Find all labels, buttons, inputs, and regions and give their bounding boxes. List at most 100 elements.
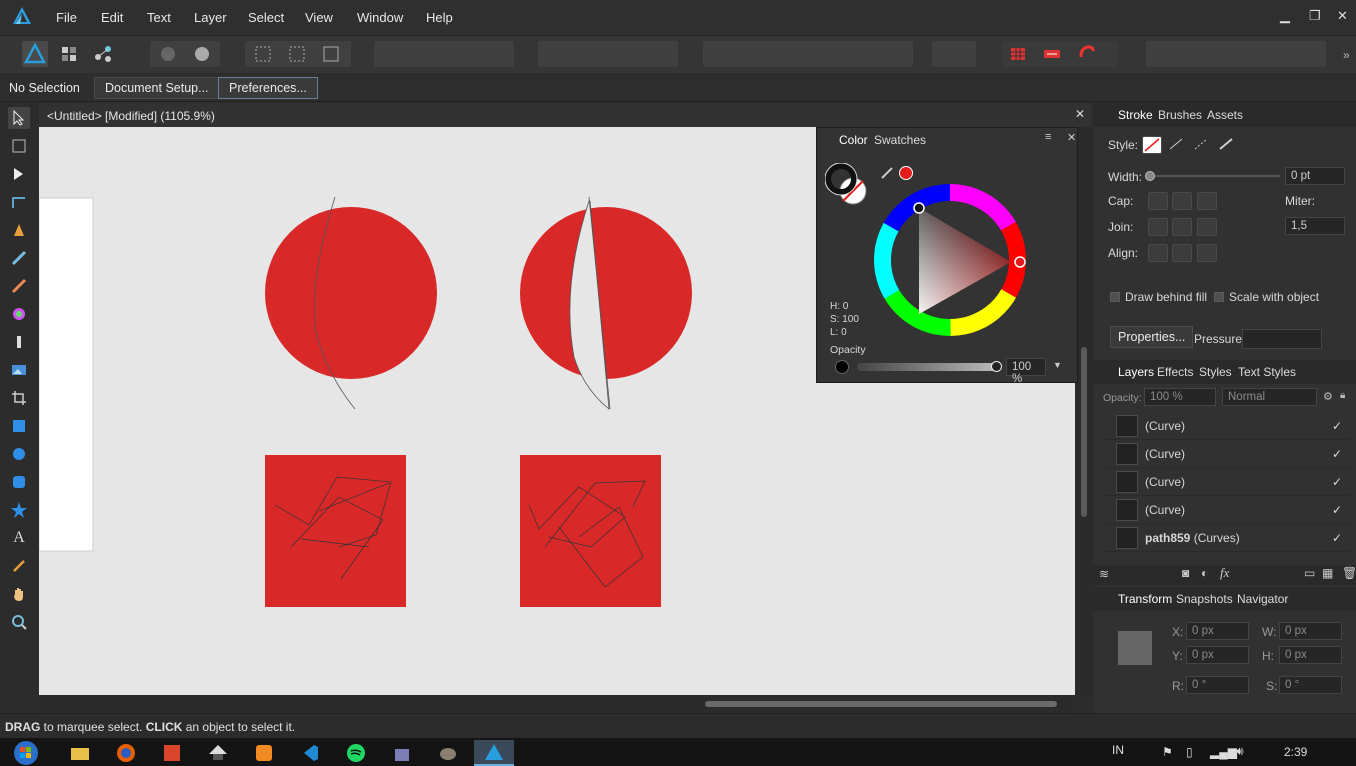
hand-tool-icon[interactable]: [8, 583, 30, 605]
gimp-icon[interactable]: [428, 740, 468, 766]
app-castle-icon[interactable]: [382, 740, 422, 766]
mixer-icon[interactable]: [189, 41, 215, 67]
document-setup-button[interactable]: Document Setup...: [94, 77, 220, 99]
transparency-tool-icon[interactable]: [8, 331, 30, 353]
menu-edit[interactable]: Edit: [101, 10, 123, 25]
tab-color[interactable]: Color: [839, 133, 868, 147]
add-layer-icon[interactable]: ▭: [1304, 566, 1315, 580]
layer-opacity-input[interactable]: 100 %: [1144, 388, 1216, 406]
rounded-rectangle-tool-icon[interactable]: [8, 471, 30, 493]
node-tool-icon[interactable]: [8, 163, 30, 185]
vertical-scrollbar[interactable]: [1076, 127, 1092, 695]
anchor-point-selector-icon[interactable]: [1118, 631, 1152, 665]
solid-line-style-icon[interactable]: [1167, 136, 1187, 154]
text-tool-icon[interactable]: A: [8, 527, 30, 549]
layer-row[interactable]: (Curve) ✓: [1102, 496, 1350, 524]
artboard-page[interactable]: [39, 197, 94, 552]
chevron-down-icon[interactable]: ▼: [1053, 360, 1062, 370]
menu-help[interactable]: Help: [426, 10, 453, 25]
eyedropper-icon[interactable]: [879, 165, 895, 181]
fx-icon[interactable]: fx: [1220, 565, 1229, 581]
tab-snapshots[interactable]: Snapshots: [1176, 592, 1233, 606]
firefox-icon[interactable]: [106, 740, 146, 766]
layer-visibility-checkbox[interactable]: ✓: [1332, 503, 1342, 517]
power-icon[interactable]: ▯: [1186, 745, 1193, 759]
restore-button[interactable]: ❐: [1309, 8, 1321, 24]
circle-shape-left[interactable]: [265, 207, 437, 379]
network-icon[interactable]: ▂▄▆: [1210, 745, 1237, 759]
volume-icon[interactable]: 🔊︎: [1236, 744, 1244, 759]
file-explorer-icon[interactable]: [60, 740, 100, 766]
opacity-slider[interactable]: [857, 363, 997, 371]
layer-visibility-checkbox[interactable]: ✓: [1332, 419, 1342, 433]
pen-tool-icon[interactable]: [8, 219, 30, 241]
color-wheel[interactable]: [873, 183, 1027, 337]
vertical-scroll-thumb[interactable]: [1081, 347, 1087, 517]
vector-brush-tool-icon[interactable]: [8, 275, 30, 297]
square-cap-icon[interactable]: [1197, 192, 1217, 210]
export-persona-icon[interactable]: [90, 41, 116, 67]
y-input[interactable]: 0 px: [1186, 646, 1249, 664]
tab-stroke[interactable]: Stroke: [1118, 108, 1153, 122]
mask-icon[interactable]: ◙: [1182, 566, 1189, 580]
spotify-icon[interactable]: [336, 740, 376, 766]
tab-transform[interactable]: Transform: [1118, 592, 1172, 606]
snap-bounds-icon[interactable]: [284, 41, 310, 67]
menu-select[interactable]: Select: [248, 10, 284, 25]
pencil-tool-icon[interactable]: [8, 247, 30, 269]
round-cap-icon[interactable]: [1172, 192, 1192, 210]
language-indicator[interactable]: IN: [1112, 743, 1124, 757]
horizontal-scrollbar[interactable]: [39, 695, 1075, 713]
layer-visibility-checkbox[interactable]: ✓: [1332, 475, 1342, 489]
h-input[interactable]: 0 px: [1279, 646, 1342, 664]
color-picker-tool-icon[interactable]: [8, 555, 30, 577]
tab-swatches[interactable]: Swatches: [874, 133, 926, 147]
draw-behind-fill-checkbox[interactable]: [1110, 292, 1120, 302]
gear-icon[interactable]: ⚙: [1323, 390, 1333, 403]
move-tool-icon[interactable]: [8, 107, 30, 129]
affinity-designer-logo-icon[interactable]: [12, 6, 32, 26]
close-window-button[interactable]: ✕: [1337, 8, 1348, 24]
scale-with-object-checkbox[interactable]: [1214, 292, 1224, 302]
snap-to-pixel-icon[interactable]: [1039, 41, 1065, 67]
snap-center-icon[interactable]: [318, 41, 344, 67]
layer-row[interactable]: (Curve) ✓: [1102, 468, 1350, 496]
snapping-magnet-icon[interactable]: [1073, 41, 1099, 67]
ellipse-tool-icon[interactable]: [8, 443, 30, 465]
opacity-input[interactable]: 100 %: [1006, 358, 1046, 385]
app-red-icon[interactable]: [152, 740, 192, 766]
action-center-icon[interactable]: ⚑: [1162, 745, 1173, 759]
affinity-designer-taskbar-icon[interactable]: [474, 740, 514, 766]
layer-visibility-checkbox[interactable]: ✓: [1332, 447, 1342, 461]
butt-cap-icon[interactable]: [1148, 192, 1168, 210]
layer-row[interactable]: (Curve) ✓: [1102, 440, 1350, 468]
tab-assets[interactable]: Assets: [1207, 108, 1243, 122]
dashed-line-style-icon[interactable]: [1192, 136, 1212, 154]
tab-navigator[interactable]: Navigator: [1237, 592, 1288, 606]
crop-tool-icon[interactable]: [8, 387, 30, 409]
inkscape-icon[interactable]: [198, 740, 238, 766]
align-outside-icon[interactable]: [1197, 244, 1217, 262]
square-shape-right[interactable]: [520, 455, 661, 607]
texture-line-style-icon[interactable]: [1217, 136, 1237, 154]
x-input[interactable]: 0 px: [1186, 622, 1249, 640]
vscode-icon[interactable]: [290, 740, 330, 766]
minimize-button[interactable]: ▁: [1280, 8, 1290, 24]
square-shape-left[interactable]: [265, 455, 406, 607]
zoom-tool-icon[interactable]: [8, 611, 30, 633]
properties-button[interactable]: Properties...: [1110, 326, 1194, 348]
shear-input[interactable]: 0 °: [1279, 676, 1342, 694]
lock-icon[interactable]: 🔒︎: [1340, 390, 1345, 401]
preferences-button[interactable]: Preferences...: [218, 77, 318, 99]
grid-icon[interactable]: [1005, 41, 1031, 67]
rotation-input[interactable]: 0 °: [1186, 676, 1249, 694]
menu-layer[interactable]: Layer: [194, 10, 227, 25]
menu-window[interactable]: Window: [357, 10, 403, 25]
opacity-slider-handle[interactable]: [991, 361, 1002, 372]
menu-file[interactable]: File: [56, 10, 77, 25]
layer-row[interactable]: (Curve) ✓: [1102, 412, 1350, 440]
snap-icon[interactable]: [250, 41, 276, 67]
no-stroke-style-icon[interactable]: [1142, 136, 1162, 154]
circle-shape-right[interactable]: [520, 207, 692, 379]
artboard-tool-icon[interactable]: [8, 135, 30, 157]
